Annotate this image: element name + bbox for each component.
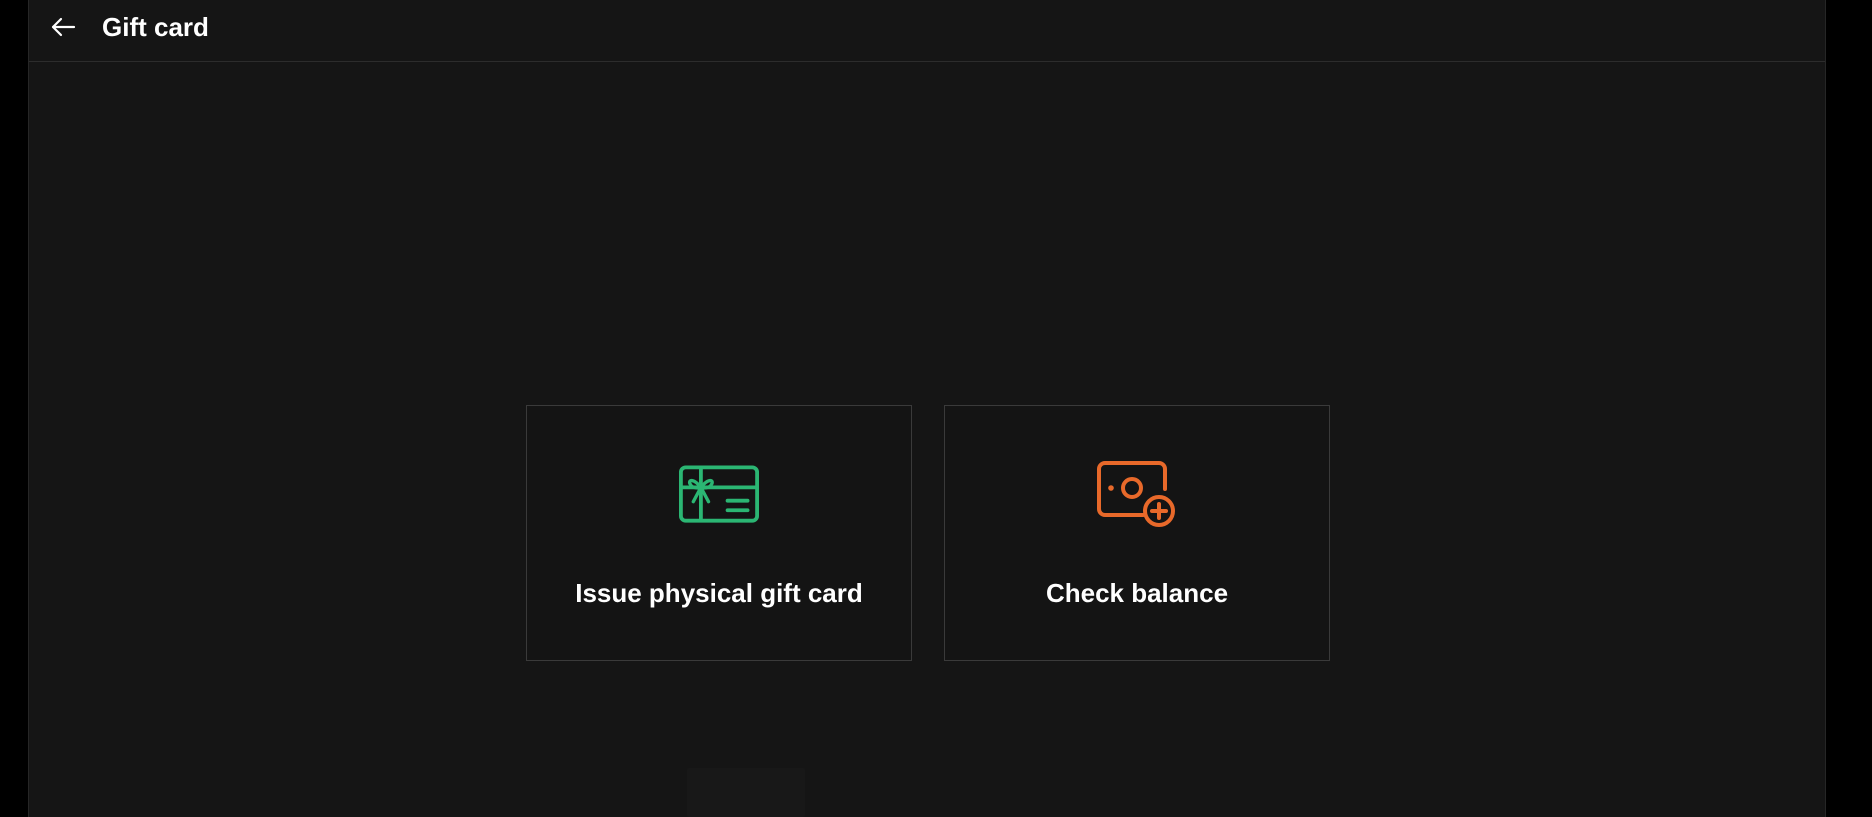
page-title: Gift card	[102, 12, 209, 42]
arrow-left-icon	[51, 17, 76, 37]
app-frame: Gift card Issue physical gift card Check…	[28, 0, 1826, 817]
issue-gift-card-option[interactable]: Issue physical gift card	[526, 405, 912, 661]
header-bar: Gift card	[29, 0, 1825, 62]
background-placeholder	[687, 768, 805, 817]
back-button[interactable]	[47, 11, 79, 43]
gift-card-icon	[679, 460, 759, 530]
check-balance-label: Check balance	[1045, 578, 1229, 608]
check-balance-option[interactable]: Check balance	[944, 405, 1330, 661]
issue-gift-card-label: Issue physical gift card	[575, 578, 863, 608]
balance-check-icon	[1097, 460, 1177, 530]
